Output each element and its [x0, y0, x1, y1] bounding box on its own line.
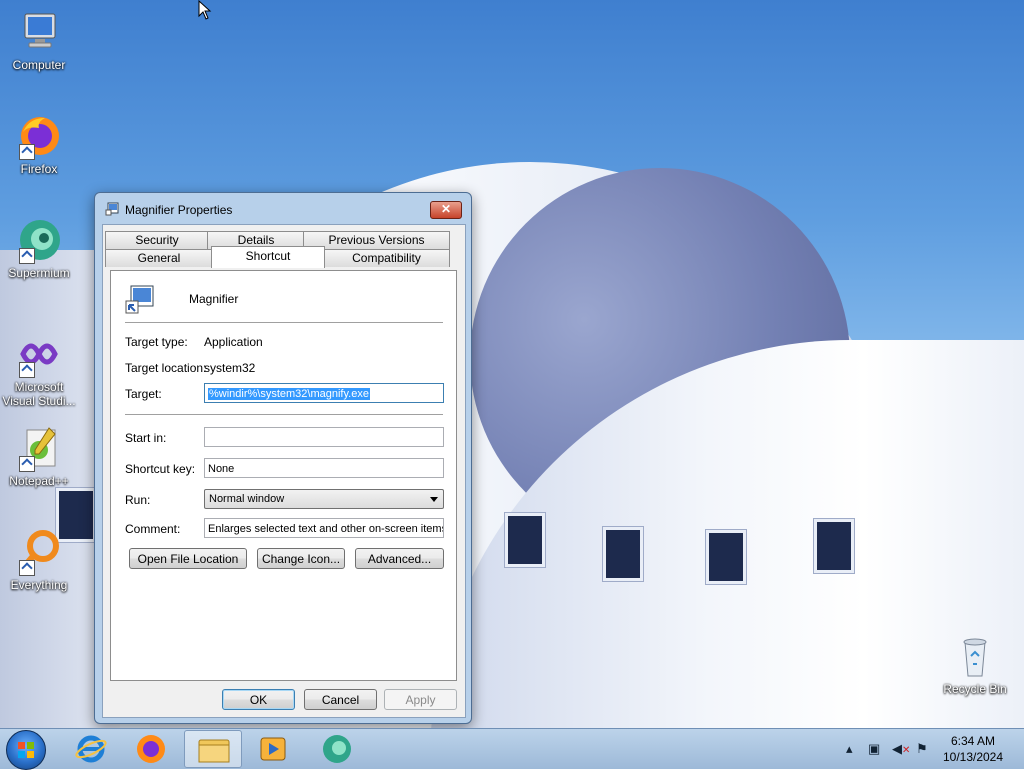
dialog-client-area: Security Details Previous Versions Gener… — [102, 224, 466, 718]
tab-compatibility[interactable]: Compatibility — [323, 249, 450, 267]
chevron-down-icon — [430, 497, 438, 502]
separator — [125, 322, 443, 323]
taskbar-media-player[interactable] — [244, 730, 302, 768]
notepadpp-icon — [15, 424, 63, 472]
desktop-icon-label: Microsoft Visual Studi... — [2, 380, 76, 408]
dialog-title: Magnifier Properties — [125, 203, 233, 217]
shortcut-key-field[interactable]: None — [204, 458, 444, 478]
action-center-flag-icon[interactable]: ⚑ — [916, 741, 928, 757]
clock[interactable]: 6:34 AM 10/13/2024 — [936, 733, 1010, 765]
internet-explorer-icon — [75, 735, 107, 763]
run-label: Run: — [125, 493, 151, 507]
wallpaper-window — [505, 513, 545, 567]
cancel-button[interactable]: Cancel — [304, 689, 377, 710]
everything-icon — [15, 528, 63, 576]
desktop-icon-recycle-bin[interactable]: Recycle Bin — [937, 632, 1013, 696]
show-hidden-icons-icon[interactable]: ▴ — [846, 741, 853, 757]
shortcut-tab-page: Magnifier Target type: Application Targe… — [110, 270, 457, 681]
separator — [125, 414, 443, 415]
desktop-icon-notepadpp[interactable]: Notepad++ — [1, 424, 77, 488]
desktop-icon-label: Everything — [10, 578, 68, 592]
mouse-cursor-icon — [198, 0, 212, 20]
target-type-value: Application — [204, 335, 263, 349]
desktop-icon-label: Firefox — [20, 162, 58, 176]
network-icon[interactable]: ▣ — [868, 741, 880, 757]
target-location-value: system32 — [204, 361, 256, 375]
change-icon-button[interactable]: Change Icon... — [257, 548, 345, 569]
run-dropdown[interactable]: Normal window — [204, 489, 444, 509]
wallpaper-window — [603, 527, 643, 581]
target-field-text: %windir%\system32\magnify.exe — [208, 388, 370, 400]
wallpaper-window — [814, 519, 854, 573]
desktop-icon-computer[interactable]: Computer — [1, 8, 77, 72]
clock-date: 10/13/2024 — [942, 750, 1004, 764]
taskbar-file-explorer[interactable] — [184, 730, 242, 768]
close-button[interactable]: ✕ — [430, 201, 462, 219]
firefox-icon — [137, 735, 165, 763]
magnifier-app-icon — [125, 285, 154, 314]
shortcut-arrow-icon — [19, 144, 35, 160]
shortcut-arrow-icon — [19, 248, 35, 264]
clock-time: 6:34 AM — [950, 734, 996, 748]
firefox-icon — [15, 112, 63, 160]
dialog-titlebar[interactable]: Magnifier Properties ✕ — [95, 193, 471, 225]
comment-field[interactable]: Enlarges selected text and other on-scre… — [204, 518, 444, 538]
magnifier-title-icon — [105, 202, 119, 216]
desktop-icon-label: Computer — [12, 58, 66, 72]
desktop-icon-label: Recycle Bin — [943, 682, 1007, 696]
run-dropdown-value: Normal window — [209, 493, 285, 505]
shortcut-key-label: Shortcut key: — [125, 462, 196, 476]
tab-previous-versions[interactable]: Previous Versions — [303, 231, 450, 249]
target-location-label: Target location: — [125, 361, 207, 375]
app-name: Magnifier — [189, 292, 239, 306]
tab-shortcut[interactable]: Shortcut — [211, 246, 325, 268]
taskbar: ▴ ▣ ◀✕ ⚑ 6:34 AM 10/13/2024 — [0, 728, 1024, 770]
desktop-icon-firefox[interactable]: Firefox — [1, 112, 77, 176]
start-in-label: Start in: — [125, 431, 167, 445]
volume-muted-icon[interactable]: ◀✕ — [892, 741, 910, 757]
desktop-icon-visual-studio[interactable]: Microsoft Visual Studi... — [1, 330, 77, 408]
wallpaper-window — [706, 530, 746, 584]
desktop-icon-label: Supermium — [8, 266, 70, 280]
tab-general[interactable]: General — [105, 249, 213, 267]
desktop-icon-supermium[interactable]: Supermium — [1, 216, 77, 280]
windows-logo-icon — [18, 742, 34, 758]
supermium-icon — [323, 735, 351, 763]
taskbar-firefox[interactable] — [122, 730, 180, 768]
taskbar-supermium[interactable] — [308, 730, 366, 768]
target-type-label: Target type: — [125, 335, 188, 349]
open-file-location-button[interactable]: Open File Location — [129, 548, 247, 569]
target-label: Target: — [125, 387, 162, 401]
advanced-button[interactable]: Advanced... — [355, 548, 444, 569]
start-in-field[interactable] — [204, 427, 444, 447]
recycle-bin-icon — [951, 632, 999, 680]
comment-label: Comment: — [125, 522, 181, 536]
tab-security[interactable]: Security — [105, 231, 209, 249]
media-player-icon — [260, 737, 286, 761]
shortcut-arrow-icon — [19, 456, 35, 472]
desktop-icon-everything[interactable]: Everything — [1, 528, 77, 592]
taskbar-internet-explorer[interactable] — [62, 730, 120, 768]
shortcut-arrow-icon — [19, 362, 35, 378]
folder-icon — [198, 739, 230, 763]
magnifier-properties-dialog: Magnifier Properties ✕ Security Details … — [94, 192, 472, 724]
supermium-icon — [15, 216, 63, 264]
start-button[interactable] — [6, 730, 46, 770]
desktop-icon-label: Notepad++ — [9, 474, 69, 488]
visual-studio-icon — [15, 330, 63, 378]
target-field[interactable]: %windir%\system32\magnify.exe — [204, 383, 444, 403]
apply-button[interactable]: Apply — [384, 689, 457, 710]
shortcut-arrow-icon — [19, 560, 35, 576]
computer-icon — [15, 8, 63, 56]
ok-button[interactable]: OK — [222, 689, 295, 710]
